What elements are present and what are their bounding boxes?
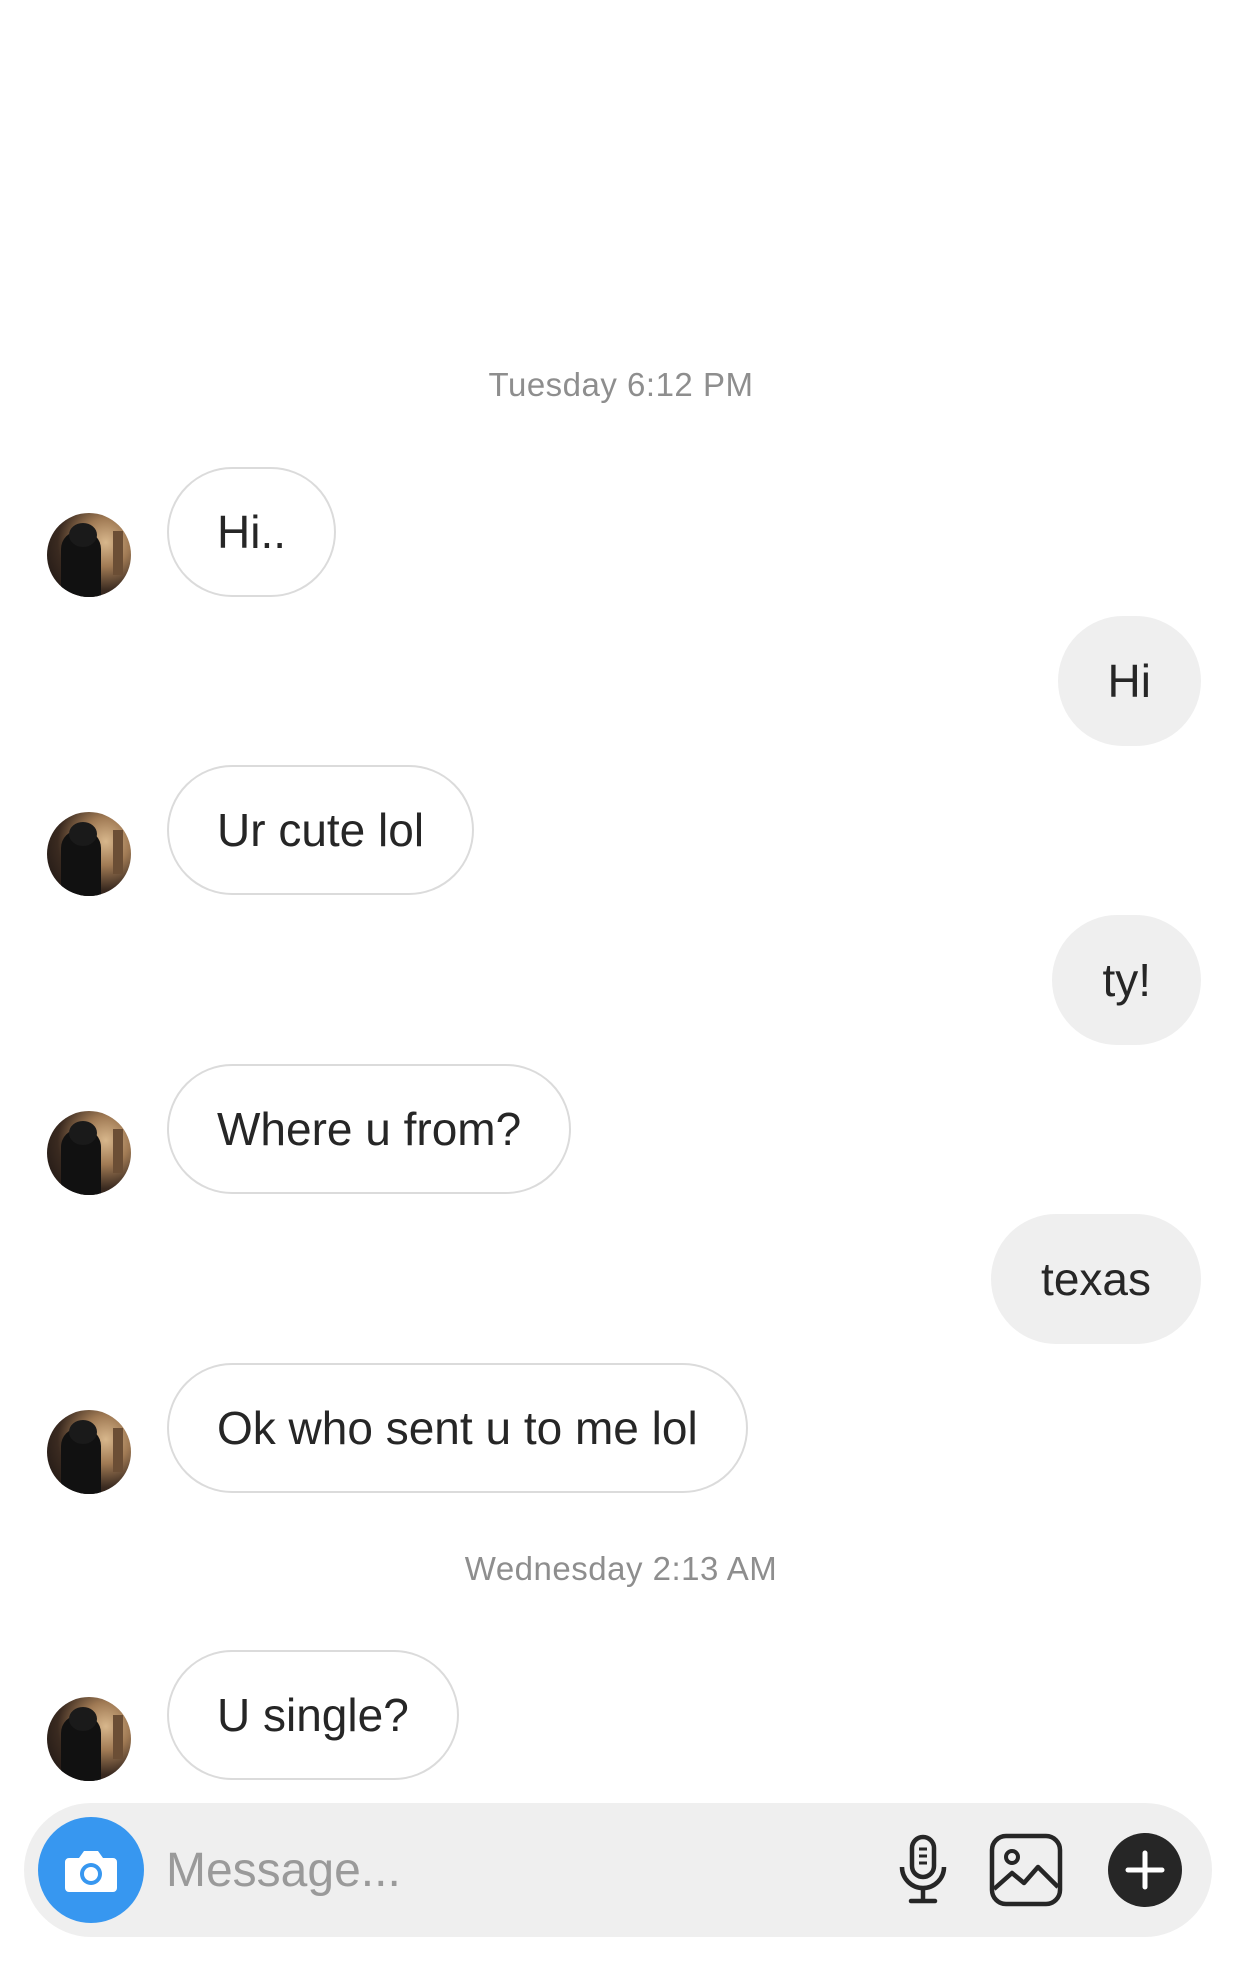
outgoing-message[interactable]: texas (991, 1214, 1201, 1344)
message-composer (24, 1803, 1212, 1937)
message-input[interactable] (166, 1833, 866, 1907)
timestamp: Wednesday 2:13 AM (464, 1550, 778, 1587)
incoming-message[interactable]: Ok who sent u to me lol (167, 1363, 748, 1493)
gallery-button[interactable] (987, 1831, 1065, 1909)
outgoing-message[interactable]: Hi (1057, 616, 1201, 746)
voice-button[interactable] (884, 1831, 962, 1909)
gallery-icon (989, 1833, 1063, 1907)
incoming-message[interactable]: Ur cute lol (167, 765, 475, 895)
avatar[interactable] (47, 513, 131, 597)
avatar[interactable] (47, 1111, 131, 1195)
avatar[interactable] (47, 1697, 131, 1781)
camera-icon (65, 1851, 117, 1892)
timestamp: Tuesday 6:12 PM (488, 366, 754, 403)
avatar[interactable] (47, 812, 131, 896)
microphone-icon (899, 1834, 947, 1904)
avatar[interactable] (47, 1410, 131, 1494)
incoming-message[interactable]: Hi.. (167, 467, 336, 597)
more-button[interactable] (1106, 1831, 1184, 1909)
outgoing-message[interactable]: ty! (1052, 915, 1201, 1045)
plus-icon (1108, 1833, 1182, 1907)
incoming-message[interactable]: U single? (167, 1650, 459, 1780)
incoming-message[interactable]: Where u from? (167, 1064, 572, 1194)
camera-button[interactable] (38, 1817, 144, 1923)
